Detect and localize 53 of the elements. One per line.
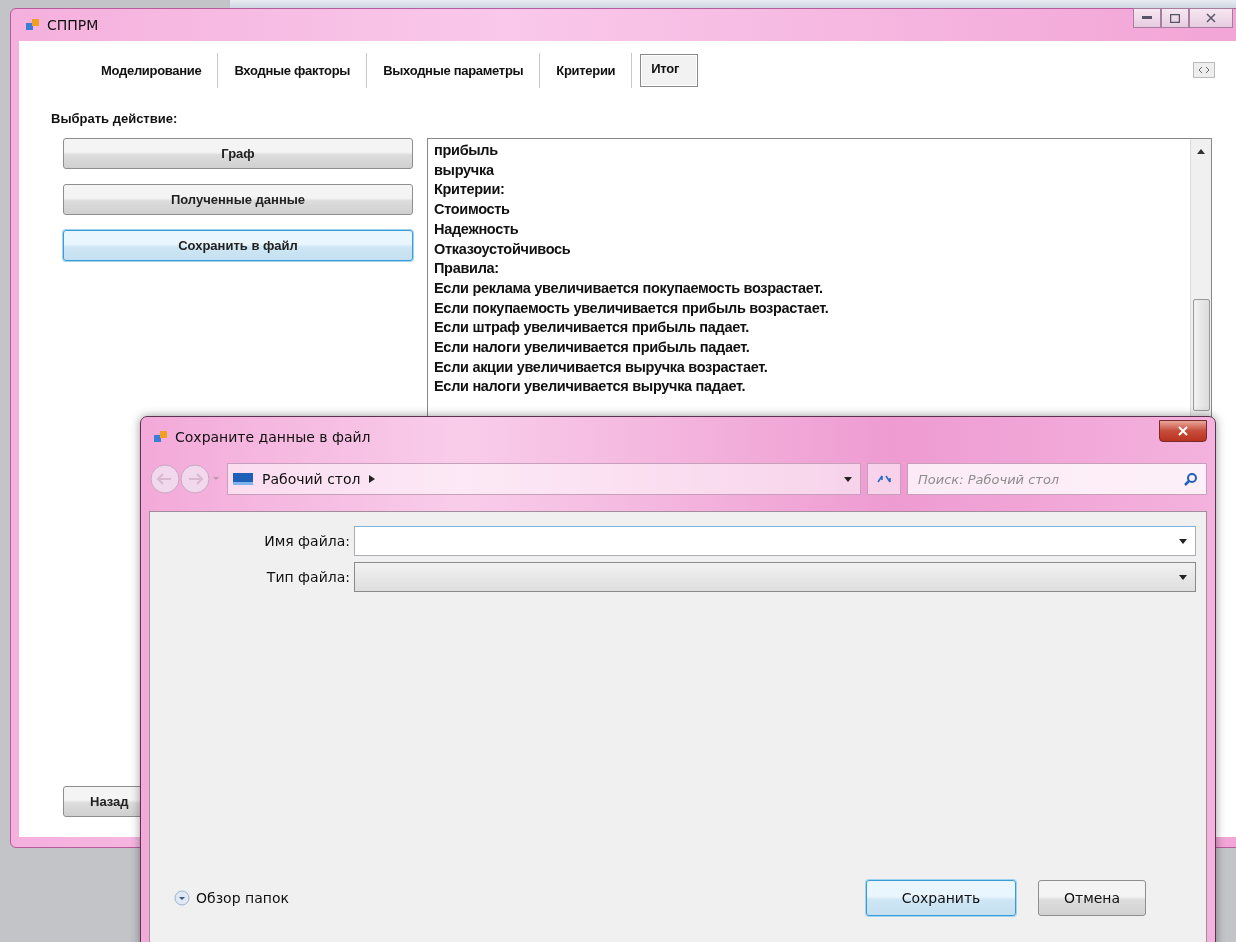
tab-scroll-button[interactable] (1193, 62, 1215, 78)
desktop-icon (232, 471, 254, 487)
output-line: Если налоги увеличивается выручка падает. (434, 377, 747, 397)
app-icon (25, 17, 41, 33)
field-label: Тип файла: (266, 569, 350, 585)
tab[interactable]: Критерии (540, 52, 633, 88)
dropdown-arrow-icon[interactable] (1179, 574, 1187, 580)
action-button[interactable]: Сохранить в файл (63, 230, 413, 261)
close-icon (1206, 13, 1216, 23)
expand-icon (174, 890, 190, 906)
output-line: Если налоги увеличивается прибыль падает. (434, 338, 751, 358)
output-line: Правила: (434, 259, 500, 279)
search-field[interactable]: Поиск: Рабочий стол (907, 463, 1207, 495)
output-line: Надежность (434, 219, 520, 239)
scroll-up-icon[interactable] (1197, 149, 1205, 154)
refresh-button[interactable] (867, 463, 901, 495)
browse-folders-toggle[interactable]: Обзор папок (174, 890, 289, 906)
output-line: выручка (434, 160, 495, 180)
tab[interactable]: Моделирование (85, 52, 219, 88)
action-button[interactable]: Граф (63, 138, 413, 169)
minimize-button[interactable] (1133, 8, 1161, 28)
output-line: Стоимость (434, 200, 511, 220)
save-button[interactable]: Сохранить (866, 880, 1016, 916)
action-button[interactable]: Полученные данные (63, 184, 413, 215)
arrows-icon (1197, 66, 1211, 74)
chevron-icon[interactable] (368, 475, 375, 483)
output-line: Если покупаемость увеличивается прибыль возрастает. (434, 298, 830, 318)
address-bar[interactable]: Рабочий стол (227, 463, 861, 495)
refresh-icon (876, 473, 892, 485)
output-line: прибыль (434, 141, 499, 160)
maximize-icon (1170, 13, 1180, 23)
dropdown-arrow-icon[interactable] (844, 476, 852, 482)
minimize-icon (1142, 16, 1152, 20)
filename-field[interactable] (354, 526, 1196, 556)
close-icon (1178, 426, 1188, 436)
tab[interactable]: Входные факторы (218, 52, 368, 88)
group-label: Выбрать действие: (51, 111, 179, 126)
dialog-title: Сохраните данные в файл (175, 429, 371, 445)
dropdown-arrow-icon[interactable] (1179, 538, 1187, 544)
field-label: Имя файла: (264, 533, 350, 549)
tab[interactable]: Итог (640, 53, 699, 87)
app-icon (153, 429, 169, 445)
maximize-button[interactable] (1161, 8, 1189, 28)
output-line: Критерии: (434, 180, 506, 200)
output-line: Если акции увеличивается выручка возрастает. (434, 357, 769, 377)
output-line: Отказоустойчивось (434, 239, 572, 259)
search-icon[interactable] (1184, 472, 1198, 486)
output-line: Если штраф увеличивается прибыль падает. (434, 318, 750, 338)
close-button[interactable] (1159, 420, 1207, 442)
output-line: Если реклама увеличивается покупаемость возрастает. (434, 278, 824, 298)
window-title: СППРМ (47, 17, 99, 33)
tab[interactable]: Выходные параметры (367, 52, 541, 88)
cancel-button[interactable]: Отмена (1038, 880, 1146, 916)
